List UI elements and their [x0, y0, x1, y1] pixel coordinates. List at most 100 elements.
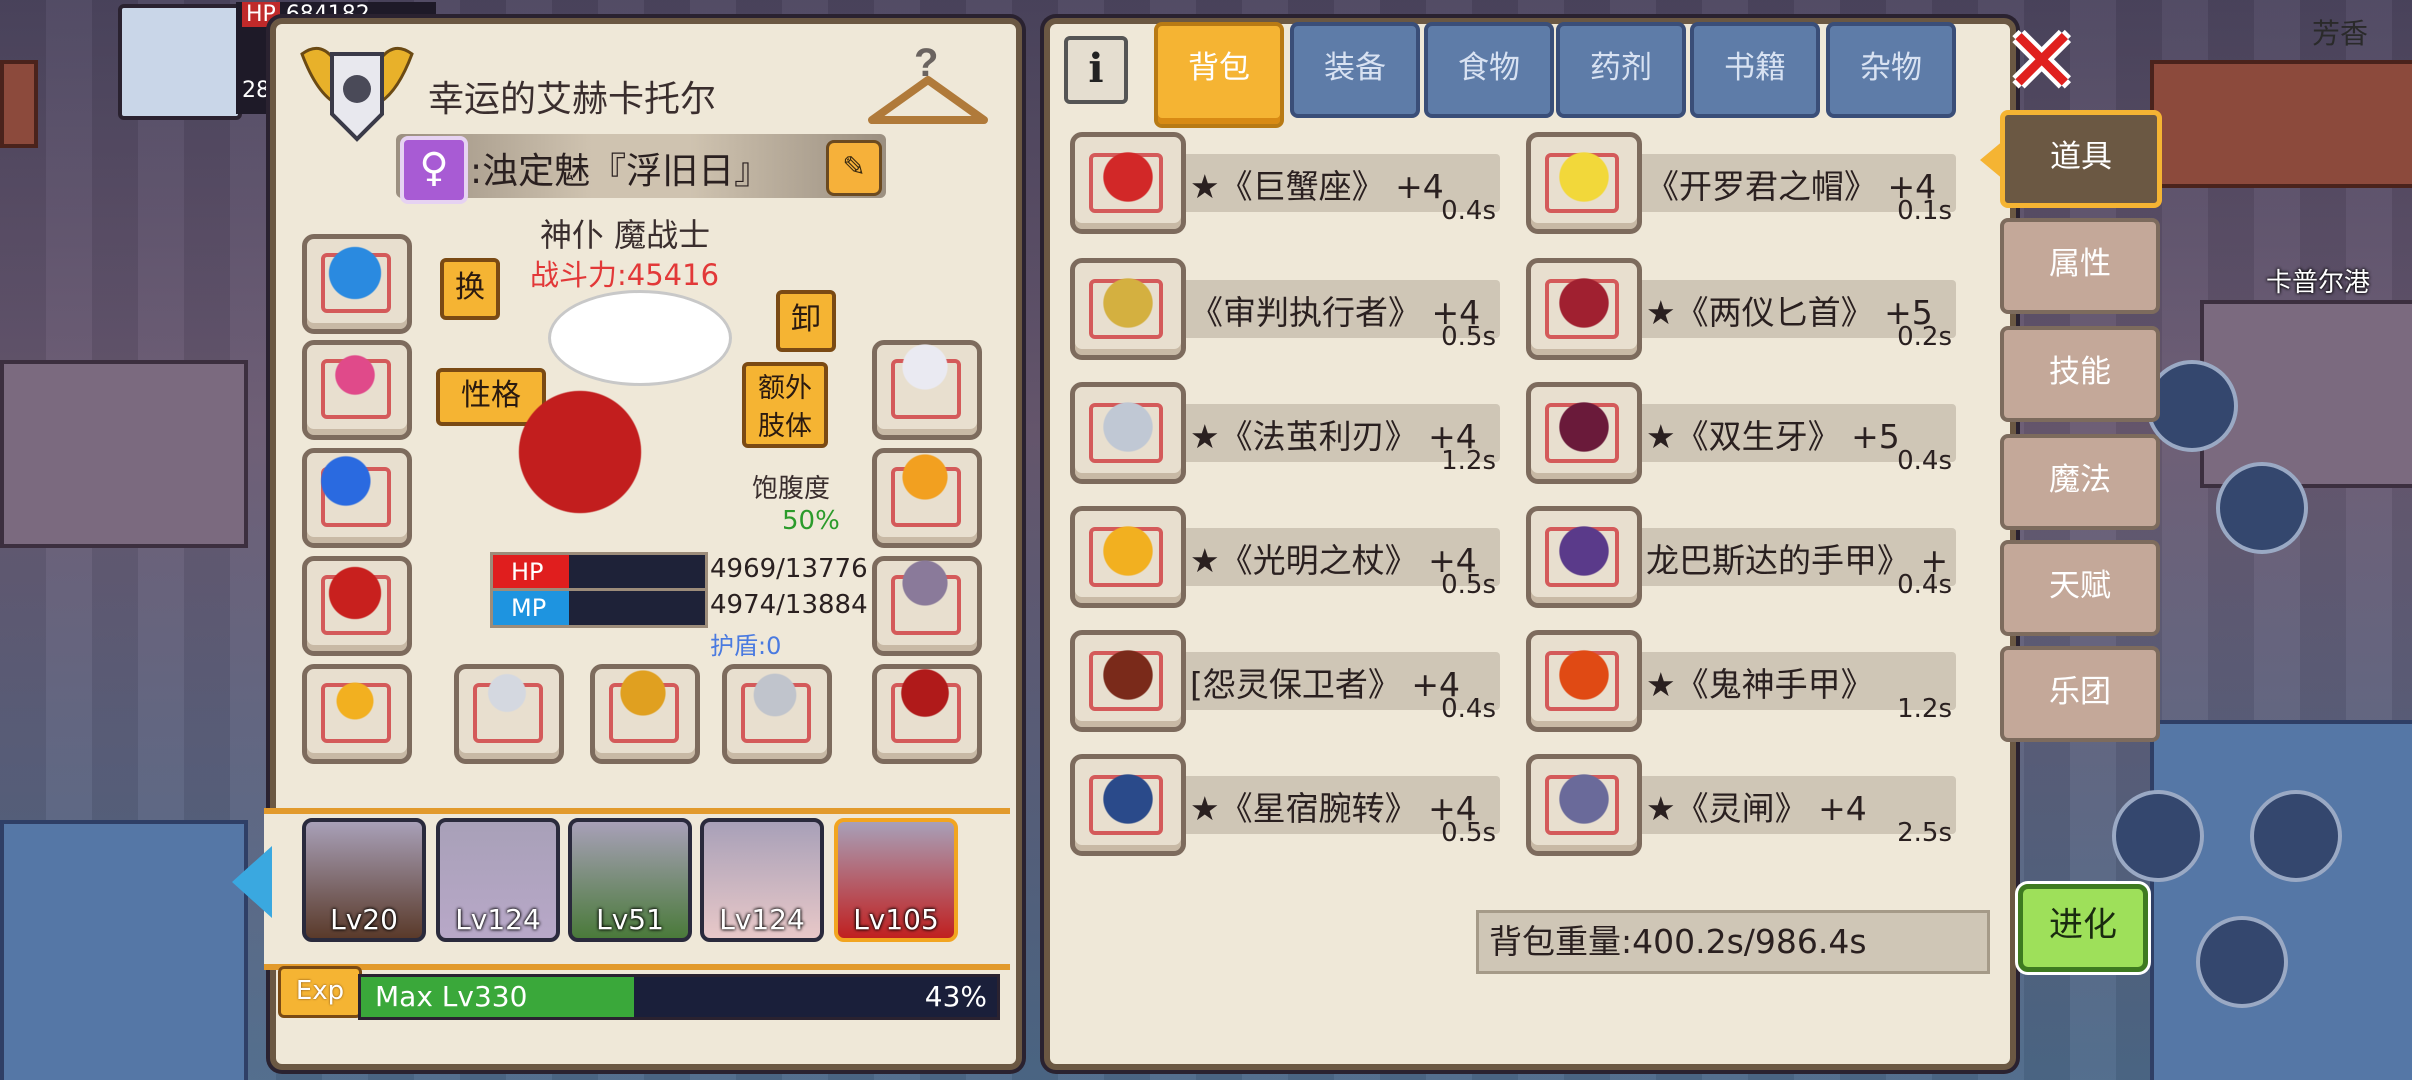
world-tile: [2150, 60, 2412, 188]
item-icon: [1083, 759, 1173, 839]
item-name: 《开罗君之帽》 +4: [1646, 167, 1937, 206]
inventory-tab[interactable]: 书籍: [1690, 22, 1820, 118]
item-weight: 0.2s: [1897, 322, 1952, 352]
equip-slot-armor[interactable]: [302, 549, 412, 656]
equip-slot-gloves[interactable]: [872, 327, 982, 440]
side-tab[interactable]: 技能: [2000, 326, 2160, 422]
edit-title-icon[interactable]: ✎: [826, 140, 882, 196]
inventory-tab[interactable]: 食物: [1424, 22, 1554, 118]
satiety-label: 饱腹度: [752, 474, 831, 504]
item-weight: 2.5s: [1897, 818, 1952, 848]
extra-limbs-button[interactable]: 额外 肢体: [742, 362, 828, 448]
swap-equipment-button[interactable]: 换: [440, 258, 500, 320]
item-slot[interactable]: [1070, 754, 1186, 856]
inventory-item[interactable]: ★《法茧利刃》 +4 1.2s: [1070, 376, 1510, 484]
inventory-tab[interactable]: 药剂: [1556, 22, 1686, 118]
combat-power: 战斗力:45416: [530, 258, 720, 292]
character-sprite[interactable]: [500, 380, 660, 560]
item-icon: [1539, 263, 1629, 343]
item-slot[interactable]: [1526, 132, 1642, 234]
wardrobe-hanger-icon[interactable]: ?: [862, 36, 994, 132]
item-icon: [1539, 635, 1629, 715]
equip-slot-weapon[interactable]: [454, 653, 564, 764]
equip-slot-necklace[interactable]: [302, 331, 412, 440]
equip-slot-gun[interactable]: [722, 655, 832, 764]
close-icon[interactable]: ✕: [2004, 17, 2079, 107]
sigil-skill-button[interactable]: [2216, 462, 2308, 554]
item-slot[interactable]: [1526, 754, 1642, 856]
chat-bubble-button[interactable]: [2112, 790, 2204, 882]
satiety-value: 50%: [782, 506, 840, 536]
equip-slot-ring[interactable]: [302, 657, 412, 764]
side-tab[interactable]: 乐团: [2000, 646, 2160, 742]
item-weight: 0.5s: [1441, 322, 1496, 352]
inventory-item[interactable]: ★《两仪匕首》 +5 0.2s: [1526, 252, 1966, 360]
item-slot[interactable]: [1070, 506, 1186, 608]
team-prev-arrow-icon[interactable]: [232, 846, 272, 918]
item-weight: 0.4s: [1441, 196, 1496, 226]
equip-slot-boots[interactable]: [872, 543, 982, 656]
evolve-button[interactable]: 进化: [2018, 884, 2148, 972]
inventory-item[interactable]: ★《鬼神手甲》 1.2s: [1526, 624, 1966, 732]
item-name: ★《巨蟹座》 +4: [1190, 167, 1444, 206]
exp-bar: Max Lv330 43%: [358, 974, 1000, 1020]
item-slot[interactable]: [1526, 506, 1642, 608]
inventory-item[interactable]: ★《光明之杖》 +4 0.5s: [1070, 500, 1510, 608]
item-icon: [1083, 137, 1173, 217]
inventory-item[interactable]: ★《星宿腕转》 +4 0.5s: [1070, 748, 1510, 856]
equip-slot-accessory[interactable]: [302, 437, 412, 548]
item-slot[interactable]: [1070, 132, 1186, 234]
side-tab[interactable]: 天赋: [2000, 540, 2160, 636]
team-member-portrait[interactable]: Lv124: [700, 818, 824, 942]
swap-button[interactable]: [2196, 916, 2288, 1008]
hp-bar: HP: [490, 552, 708, 592]
inventory-tab[interactable]: 杂物: [1826, 22, 1956, 118]
inventory-item[interactable]: [怨灵保卫者》 +4 0.4s: [1070, 624, 1510, 732]
side-tab[interactable]: 属性: [2000, 218, 2160, 314]
world-tile: [0, 820, 248, 1080]
team-member-portrait[interactable]: Lv51: [568, 818, 692, 942]
item-icon: [1539, 387, 1629, 467]
team-member-portrait[interactable]: Lv124: [436, 818, 560, 942]
item-weight: 0.5s: [1441, 570, 1496, 600]
white-gauntlet-icon: [879, 327, 971, 407]
exp-level-text: Max Lv330: [375, 980, 528, 1013]
side-tab[interactable]: 魔法: [2000, 434, 2160, 530]
inventory-item[interactable]: 龙巴斯达的手甲》 +0.4s: [1526, 500, 1966, 608]
team-member-portrait[interactable]: Lv20: [302, 818, 426, 942]
item-weight: 0.4s: [1897, 570, 1952, 600]
inventory-item[interactable]: ★《巨蟹座》 +4 0.4s: [1070, 126, 1510, 234]
item-slot[interactable]: [1070, 630, 1186, 732]
belt-icon: [879, 437, 971, 517]
item-name: [怨灵保卫者》 +4: [1190, 665, 1461, 704]
unequip-button[interactable]: 卸: [776, 290, 836, 352]
side-tab[interactable]: 道具: [2000, 110, 2162, 208]
world-tile: [0, 60, 38, 148]
item-name: ★《双生牙》 +5: [1646, 417, 1900, 456]
item-slot[interactable]: [1070, 258, 1186, 360]
item-slot[interactable]: [1526, 382, 1642, 484]
inventory-item[interactable]: 《审判执行者》 +4 0.5s: [1070, 252, 1510, 360]
equip-slot-relic[interactable]: [872, 653, 982, 764]
item-weight: 0.5s: [1441, 818, 1496, 848]
shield-value: 护盾:0: [710, 632, 782, 660]
inventory-item[interactable]: 《开罗君之帽》 +4 0.1s: [1526, 126, 1966, 234]
axe-weapon-icon: [461, 653, 553, 733]
team-member-portrait[interactable]: Lv105: [834, 818, 958, 942]
search-button[interactable]: [2250, 790, 2342, 882]
player-avatar[interactable]: [118, 4, 242, 120]
equip-slot-offhand[interactable]: [590, 653, 700, 764]
item-weight: 0.1s: [1897, 196, 1952, 226]
inventory-item[interactable]: ★《双生牙》 +5 0.4s: [1526, 376, 1966, 484]
inventory-tab[interactable]: 背包: [1154, 22, 1284, 128]
item-slot[interactable]: [1070, 382, 1186, 484]
inventory-item[interactable]: ★《灵闸》 +4 2.5s: [1526, 748, 1966, 856]
item-icon: [1083, 263, 1173, 343]
ring-icon: [309, 657, 401, 737]
equip-slot-belt[interactable]: [872, 437, 982, 548]
inventory-tab[interactable]: 装备: [1290, 22, 1420, 118]
equip-slot-helmet[interactable]: [302, 229, 412, 334]
info-icon[interactable]: i: [1064, 36, 1128, 104]
item-slot[interactable]: [1526, 630, 1642, 732]
item-slot[interactable]: [1526, 258, 1642, 360]
